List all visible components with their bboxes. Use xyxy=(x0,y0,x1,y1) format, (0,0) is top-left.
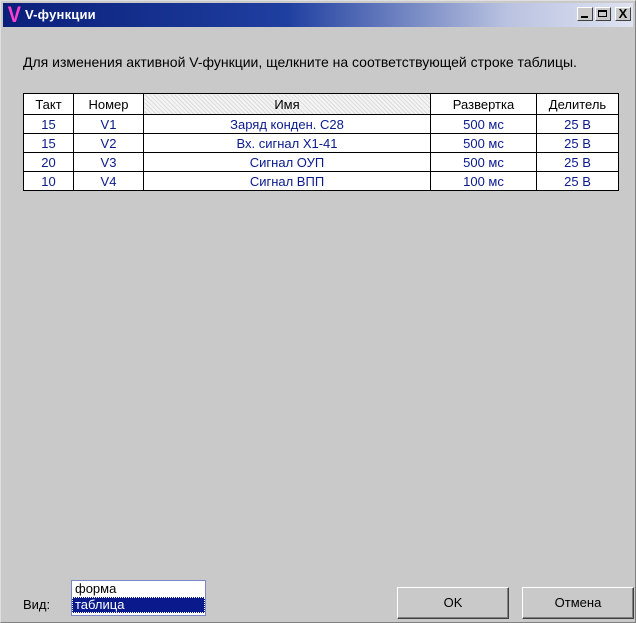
view-option-form[interactable]: форма xyxy=(72,581,205,597)
cell-delitel: 25 В xyxy=(536,114,619,134)
view-listbox[interactable]: форма таблица xyxy=(71,580,206,616)
table-header-row: Такт Номер Имя Развертка Делитель xyxy=(23,93,619,115)
cell-delitel: 25 В xyxy=(536,171,619,191)
cell-takt: 10 xyxy=(23,171,74,191)
column-header-takt[interactable]: Такт xyxy=(23,93,74,115)
minimize-button[interactable] xyxy=(577,7,593,21)
view-label: Вид: xyxy=(23,597,51,612)
cell-razvertka: 100 мс xyxy=(430,171,537,191)
column-header-name[interactable]: Имя xyxy=(143,93,431,115)
cell-name: Заряд конден. С28 xyxy=(143,114,431,134)
cell-nomer: V4 xyxy=(73,171,144,191)
cell-takt: 20 xyxy=(23,152,74,172)
window-title: V-функции xyxy=(25,7,96,22)
app-v-icon: V xyxy=(7,2,21,27)
table-row[interactable]: 10 V4 Сигнал ВПП 100 мс 25 В xyxy=(23,171,619,191)
close-button[interactable]: X xyxy=(615,6,631,21)
minimize-icon xyxy=(581,16,588,18)
column-header-razvertka[interactable]: Развертка xyxy=(430,93,537,115)
cell-delitel: 25 В xyxy=(536,133,619,153)
column-header-delitel[interactable]: Делитель xyxy=(536,93,619,115)
close-icon: X xyxy=(618,6,628,21)
maximize-button[interactable] xyxy=(595,7,611,21)
cell-nomer: V1 xyxy=(73,114,144,134)
table-row[interactable]: 15 V2 Вх. сигнал Х1-41 500 мс 25 В xyxy=(23,133,619,153)
v-functions-window: V V-функции X Для изменения активной V-ф… xyxy=(0,0,636,623)
cell-razvertka: 500 мс xyxy=(430,152,537,172)
cell-takt: 15 xyxy=(23,114,74,134)
cell-takt: 15 xyxy=(23,133,74,153)
cell-delitel: 25 В xyxy=(536,152,619,172)
cell-name: Сигнал ВПП xyxy=(143,171,431,191)
cell-razvertka: 500 мс xyxy=(430,133,537,153)
v-functions-table: Такт Номер Имя Развертка Делитель 15 V1 … xyxy=(23,93,619,191)
table-row[interactable]: 20 V3 Сигнал ОУП 500 мс 25 В xyxy=(23,152,619,172)
cell-nomer: V3 xyxy=(73,152,144,172)
cell-name: Вх. сигнал Х1-41 xyxy=(143,133,431,153)
cell-name: Сигнал ОУП xyxy=(143,152,431,172)
column-header-nomer[interactable]: Номер xyxy=(73,93,144,115)
title-bar[interactable]: V V-функции X xyxy=(3,3,633,27)
maximize-icon xyxy=(598,10,607,17)
cancel-button[interactable]: Отмена xyxy=(522,587,634,619)
instruction-text: Для изменения активной V-функции, щелкни… xyxy=(23,54,577,70)
ok-button[interactable]: OK xyxy=(397,587,509,619)
view-option-table[interactable]: таблица xyxy=(72,597,205,613)
cell-razvertka: 500 мс xyxy=(430,114,537,134)
table-row[interactable]: 15 V1 Заряд конден. С28 500 мс 25 В xyxy=(23,114,619,134)
cell-nomer: V2 xyxy=(73,133,144,153)
